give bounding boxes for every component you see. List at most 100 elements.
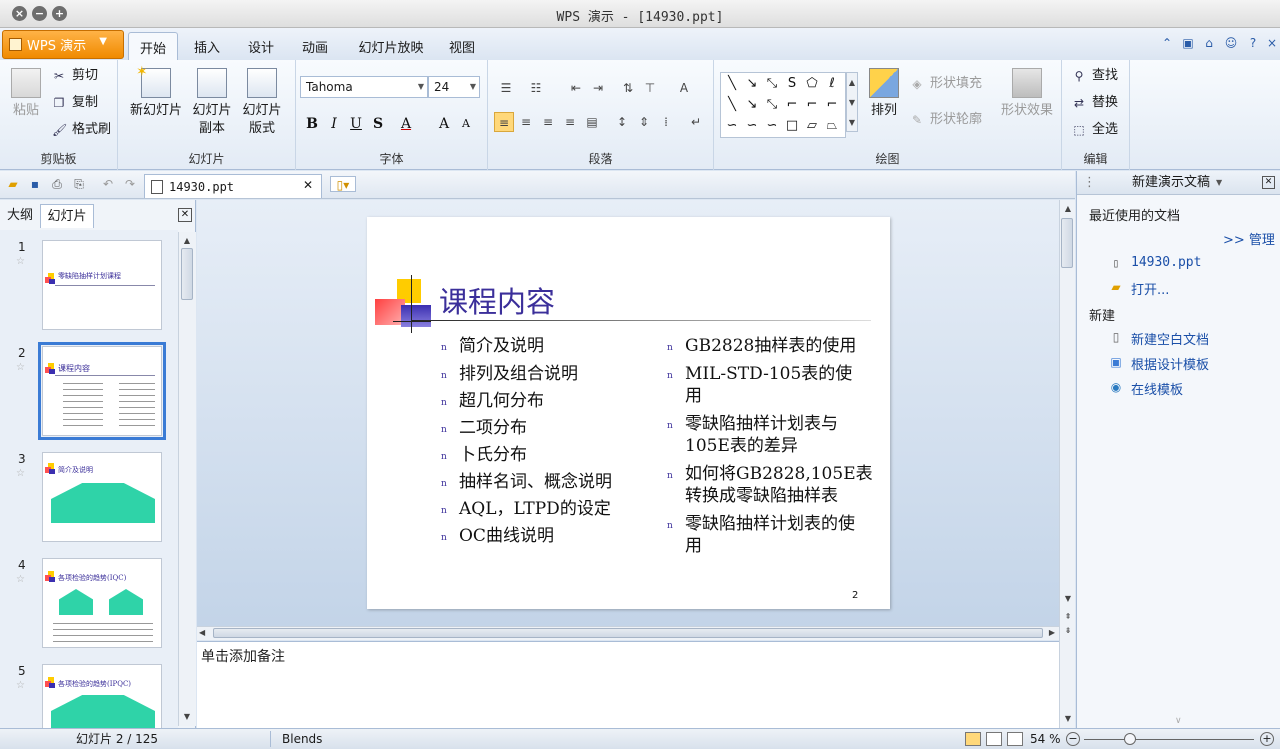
skin-icon[interactable]: ☺ [1224, 36, 1238, 50]
font-size-select[interactable]: 24 ▼ [428, 76, 480, 98]
zoom-slider-thumb[interactable] [1124, 733, 1136, 745]
find-button[interactable]: ⚲ 查找 [1072, 66, 1118, 86]
help-icon[interactable]: ? [1246, 36, 1260, 50]
gallery-scroll[interactable]: ▲ ▼ ▼ [846, 72, 858, 132]
recent-file-link[interactable]: ▯ 14930.ppt [1109, 255, 1201, 270]
tab-design[interactable]: 设计 [236, 32, 286, 60]
double-arrow-icon[interactable]: ⤡ [763, 75, 781, 93]
slide-scrollbar[interactable]: ▲ ▼ ⇞ ⇟ ▼ [1059, 200, 1075, 728]
align-text-icon[interactable]: ⊤ [640, 78, 660, 98]
online-template-link[interactable]: ◉ 在线模板 [1109, 379, 1183, 398]
zoom-slider[interactable] [1084, 739, 1254, 740]
tab-insert[interactable]: 插入 [182, 32, 232, 60]
trapezoid-icon[interactable]: ⏢ [823, 117, 841, 135]
freeform-icon[interactable]: ⬠ [803, 75, 821, 93]
arrow-connector-icon[interactable]: ↘ [743, 96, 761, 114]
chevron-down-icon[interactable]: ▼ [1216, 171, 1222, 195]
tab-home[interactable]: 开始 [128, 32, 178, 60]
open-folder-icon[interactable]: ▰ [5, 176, 21, 192]
align-left-icon[interactable]: ≡ [494, 112, 514, 132]
close-tab-icon[interactable]: ✕ [303, 178, 313, 192]
italic-button[interactable]: I [324, 114, 344, 134]
sort-icon[interactable]: A [674, 78, 694, 98]
close-doc-icon[interactable]: × [1265, 36, 1279, 50]
tab-view[interactable]: 视图 [440, 32, 484, 60]
wrap-icon[interactable]: ↵ [686, 112, 706, 132]
slide-thumbnail-4[interactable]: 各项检验的趋势(IQC) [42, 558, 162, 648]
slide-thumbnail-2[interactable]: 课程内容 [38, 342, 166, 440]
paragraph-spacing-icon[interactable]: ⇕ [634, 112, 654, 132]
align-center-icon[interactable]: ≡ [516, 112, 536, 132]
shape-outline-button[interactable]: ✎ 形状轮廓 [910, 110, 982, 130]
thumbnail-scrollbar[interactable]: ▲ ▼ [178, 232, 196, 726]
slide-sorter-icon[interactable] [986, 732, 1002, 746]
paste-button[interactable]: 粘贴 [6, 68, 46, 120]
tab-slides[interactable]: 幻灯片 [40, 204, 94, 228]
select-all-button[interactable]: ⬚ 全选 [1072, 120, 1118, 140]
double-connector-icon[interactable]: ⤡ [763, 96, 781, 114]
parallelogram-icon[interactable]: ▱ [803, 117, 821, 135]
document-tab[interactable]: 14930.ppt ✕ [144, 174, 322, 198]
current-slide[interactable]: 课程内容 n 简介及说明 n 排列及组合说明 n 超几何分布 n 二项分布 n 卜氏分布 … [367, 217, 890, 609]
new-blank-link[interactable]: ▯ 新建空白文档 [1109, 329, 1209, 348]
tab-outline[interactable]: 大纲 [2, 204, 38, 228]
tab-animation[interactable]: 动画 [290, 32, 340, 60]
slide-thumbnail-3[interactable]: 简介及说明 [42, 452, 162, 542]
connector-icon[interactable]: ╲ [723, 96, 741, 114]
collapse-ribbon-icon[interactable]: ⌃ [1160, 36, 1174, 50]
notes-pane[interactable]: 单击添加备注 [197, 641, 1059, 728]
scroll-up-icon[interactable]: ▲ [1060, 202, 1076, 216]
shape-fill-button[interactable]: ◈ 形状填充 [910, 74, 982, 94]
underline-button[interactable]: U [346, 114, 366, 134]
print-icon[interactable]: ⎙ [49, 176, 65, 192]
new-tab-icon[interactable]: ▯▾ [330, 176, 356, 192]
expand-icon[interactable]: ∨ [1175, 716, 1182, 726]
line-spacing-icon[interactable]: ↕ [612, 112, 632, 132]
justify-icon[interactable]: ≡ [560, 112, 580, 132]
scroll-thumb[interactable] [1061, 218, 1073, 268]
elbow-arrow-icon[interactable]: ⌐ [803, 96, 821, 114]
scroll-right-icon[interactable]: ▶ [1049, 627, 1055, 639]
print-preview-icon[interactable]: ⎘ [71, 176, 87, 192]
task-pane-title[interactable]: 新建演示文稿 [1132, 171, 1210, 195]
elbow-double-icon[interactable]: ⌐ [823, 96, 841, 114]
curved-connector-icon[interactable]: ∽ [723, 117, 741, 135]
slideshow-view-icon[interactable] [1007, 732, 1023, 746]
open-link[interactable]: ▰ 打开... [1109, 279, 1169, 298]
horizontal-scrollbar[interactable]: ◀ ▶ [197, 626, 1059, 640]
grow-font-button[interactable]: A [434, 114, 454, 134]
curved-double-icon[interactable]: ∽ [763, 117, 781, 135]
scroll-thumb[interactable] [213, 628, 1043, 638]
slide-layout-button[interactable]: 幻灯片 版式 [240, 68, 284, 138]
scroll-down-icon[interactable]: ▼ [179, 710, 195, 724]
tab-slideshow[interactable]: 幻灯片放映 [344, 32, 438, 60]
replace-button[interactable]: ⇄ 替换 [1072, 93, 1118, 113]
scroll-down-icon[interactable]: ▼ [1060, 712, 1076, 726]
cut-button[interactable]: ✂ 剪切 [52, 66, 98, 86]
curved-arrow-icon[interactable]: ∽ [743, 117, 761, 135]
home-icon[interactable]: ⌂ [1202, 36, 1216, 50]
elbow-icon[interactable]: ⌐ [783, 96, 801, 114]
undo-icon[interactable]: ↶ [100, 176, 116, 192]
shrink-font-button[interactable]: A [456, 114, 476, 134]
manage-link[interactable]: >> 管理 [1223, 229, 1275, 248]
scroll-up-icon[interactable]: ▲ [179, 234, 195, 248]
numbering-icon[interactable]: ☷ [526, 78, 546, 98]
copy-button[interactable]: ❐ 复制 [52, 93, 98, 113]
slide-thumbnail-5[interactable]: 各项检验的趋势(IPQC) [42, 664, 162, 728]
strikethrough-button[interactable]: S [368, 114, 388, 134]
normal-view-icon[interactable] [965, 732, 981, 746]
save-icon[interactable]: ▪ [27, 176, 43, 192]
redo-icon[interactable]: ↷ [122, 176, 138, 192]
curve-icon[interactable]: S [783, 75, 801, 93]
next-slide-icon[interactable]: ⇟ [1060, 624, 1076, 638]
text-direction-icon[interactable]: ⇅ [618, 78, 638, 98]
duplicate-slide-button[interactable]: 幻灯片 副本 [190, 68, 234, 138]
font-color-button[interactable]: A [396, 114, 416, 134]
format-painter-button[interactable]: 🖌 格式刷 [52, 120, 111, 140]
shapes-gallery[interactable]: ╲ ↘ ⤡ S ⬠ ℓ ╲ ↘ ⤡ ⌐ ⌐ ⌐ ∽ ∽ ∽ □ ▱ ⏢ [720, 72, 846, 138]
line-icon[interactable]: ╲ [723, 75, 741, 93]
columns-icon[interactable]: ⁞ [656, 112, 676, 132]
zoom-in-icon[interactable]: + [1260, 732, 1274, 746]
align-right-icon[interactable]: ≡ [538, 112, 558, 132]
